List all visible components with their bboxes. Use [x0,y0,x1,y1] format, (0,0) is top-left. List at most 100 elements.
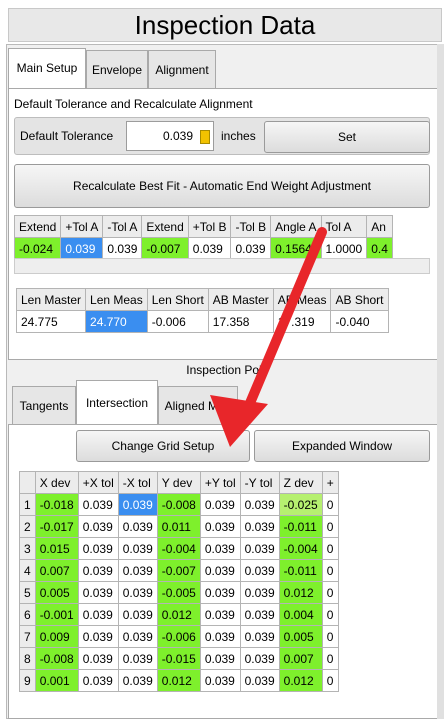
cell[interactable]: 0.011 [156,515,201,538]
cell[interactable]: -0.015 [156,647,201,670]
cell[interactable]: 0 [321,493,339,516]
cell[interactable]: 0 [321,515,339,538]
cell[interactable]: 0.012 [278,581,323,604]
cell[interactable]: 0.039 [239,493,280,516]
cell[interactable]: 0.039 [239,581,280,604]
table-row[interactable]: 1 -0.018 0.039 0.039 -0.008 0.039 0.039 -0.025 0 [19,493,339,516]
cell[interactable]: -0.008 [156,493,201,516]
change-grid-setup-button[interactable]: Change Grid Setup [76,430,250,462]
table-row[interactable]: 4 0.007 0.039 0.039 -0.007 0.039 0.039 -0.011 0 [19,559,339,582]
tab-envelope[interactable]: Envelope [86,50,148,88]
cell[interactable]: 0.039 [199,559,241,582]
expanded-window-button[interactable]: Expanded Window [254,430,430,462]
cell[interactable]: 0.039 [239,669,280,692]
cell[interactable]: -0.018 [34,493,79,516]
cell[interactable]: 0 [321,581,339,604]
cell[interactable]: 0.039 [239,603,280,626]
cell[interactable]: 0 [321,537,339,560]
cell[interactable]: 0.004 [278,603,323,626]
cell[interactable]: 0.039 [77,559,119,582]
cell[interactable]: -0.025 [278,493,323,516]
cell[interactable]: 0.039 [60,237,104,260]
tab-intersection[interactable]: Intersection [76,380,158,424]
cell[interactable]: 0.039 [117,647,158,670]
cell[interactable]: -0.040 [330,310,389,333]
cell[interactable]: 0.039 [117,493,158,516]
cell[interactable]: 0.005 [34,581,79,604]
cell[interactable]: 0 [321,669,339,692]
cell[interactable]: 0.1564 [270,237,322,260]
cell[interactable]: -0.007 [156,559,201,582]
cell[interactable]: 0.039 [117,515,158,538]
cell[interactable]: -0.005 [156,581,201,604]
cell[interactable]: 0.007 [278,647,323,670]
cell[interactable]: 17.358 [207,310,274,333]
vertical-scrollbar[interactable] [437,44,444,719]
cell[interactable]: 0.039 [199,581,241,604]
cell[interactable]: 0.039 [117,603,158,626]
cell[interactable]: 0.039 [199,493,241,516]
cell[interactable]: 0.005 [278,625,323,648]
cell[interactable]: 0.012 [278,669,323,692]
recalculate-button[interactable]: Recalculate Best Fit - Automatic End Wei… [14,164,430,208]
cell[interactable]: 0.039 [199,515,241,538]
cell[interactable]: -0.001 [34,603,79,626]
cell[interactable]: 0.009 [34,625,79,648]
cell[interactable]: 0 [321,559,339,582]
cell[interactable]: 0.039 [117,537,158,560]
cell[interactable]: -0.004 [278,537,323,560]
set-button[interactable]: Set [264,121,430,153]
cell[interactable]: 0.039 [199,669,241,692]
tab-tangents[interactable]: Tangents [12,386,76,424]
cell[interactable]: 0.039 [199,625,241,648]
table-row[interactable]: 5 0.005 0.039 0.039 -0.005 0.039 0.039 0.012 0 [19,581,339,604]
cell[interactable]: -0.011 [278,515,323,538]
cell[interactable]: 0.039 [239,647,280,670]
cell[interactable]: -0.006 [156,625,201,648]
cell[interactable]: -0.024 [13,237,62,260]
cell[interactable]: 0.039 [117,625,158,648]
cell[interactable]: 0.015 [34,537,79,560]
tab-main-setup[interactable]: Main Setup [8,48,86,88]
cell[interactable]: 0.039 [239,515,280,538]
cell[interactable]: 17.319 [272,310,332,333]
cell[interactable]: -0.006 [146,310,209,333]
cell[interactable]: 24.775 [15,310,87,333]
cell[interactable]: 0.039 [199,537,241,560]
cell[interactable]: 0.039 [77,669,119,692]
table-row[interactable]: 9 0.001 0.039 0.039 0.012 0.039 0.039 0.012 0 [19,669,339,692]
cell[interactable]: 0.039 [77,493,119,516]
table-row[interactable]: 2 -0.017 0.039 0.039 0.011 0.039 0.039 -0.011 0 [19,515,339,538]
cell[interactable]: 0.039 [239,625,280,648]
cell[interactable]: -0.008 [34,647,79,670]
tab-alignment[interactable]: Alignment [148,50,216,88]
cell[interactable]: 0.039 [117,581,158,604]
cell[interactable]: -0.007 [141,237,189,260]
cell[interactable]: 0.4 [366,237,393,260]
cell[interactable]: -0.017 [34,515,79,538]
cell[interactable]: 0.012 [156,603,201,626]
tab-aligned-mode[interactable]: Aligned Mod [158,386,238,424]
cell[interactable]: 0.039 [77,581,119,604]
table-row[interactable]: 3 0.015 0.039 0.039 -0.004 0.039 0.039 -0.004 0 [19,537,339,560]
cell[interactable]: -0.011 [278,559,323,582]
cell[interactable]: 0.039 [199,647,241,670]
cell[interactable]: 0.001 [34,669,79,692]
cell[interactable]: 0.039 [239,559,280,582]
cell[interactable]: 24.770 [85,310,148,333]
cell[interactable]: 0.039 [199,603,241,626]
cell[interactable]: 0.039 [117,559,158,582]
table-row[interactable]: 6 -0.001 0.039 0.039 0.012 0.039 0.039 0.004 0 [19,603,339,626]
cell[interactable]: 0.039 [187,237,232,260]
cell[interactable]: 0.039 [239,537,280,560]
cell[interactable]: 0.039 [77,647,119,670]
cell[interactable]: -0.004 [156,537,201,560]
cell[interactable]: 0 [321,625,339,648]
cell[interactable]: 0 [321,603,339,626]
table-row[interactable]: 7 0.009 0.039 0.039 -0.006 0.039 0.039 0.005 0 [19,625,339,648]
cell[interactable]: 0.039 [77,537,119,560]
cell[interactable]: 0.039 [102,237,143,260]
cell[interactable]: 1.0000 [320,237,368,260]
cell[interactable]: 0.012 [156,669,201,692]
cell[interactable]: 0.007 [34,559,79,582]
